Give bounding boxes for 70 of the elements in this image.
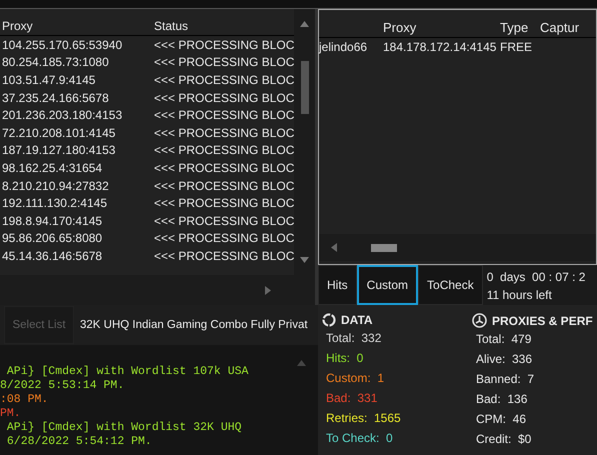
stat-label: Retries: 1565 (325, 410, 402, 427)
log-line: APi} [Cmdex] with Wordlist 107k USA (6, 365, 248, 379)
column-header: Status (153, 18, 188, 32)
stat-label: Total: 479 (475, 331, 532, 348)
log-line: 8/2022 5:53:14 PM. (0, 379, 124, 393)
tab[interactable]: Custom (356, 265, 418, 305)
table-cell-text: <<< PROCESSING BLOC (153, 126, 294, 140)
column-header: Type (500, 20, 530, 34)
loading-icon (322, 313, 336, 327)
scroll-down-icon[interactable] (300, 257, 310, 263)
section-title: PROXIES & PERF (492, 314, 593, 328)
table-cell-text: jelindo66 (319, 40, 368, 54)
table-cell-text: <<< PROCESSING BLOC (153, 214, 294, 228)
table-cell-text: 198.8.94.170:4145 (1, 214, 104, 228)
table-cell-text: 45.14.36.146:5678 (1, 248, 104, 263)
table-cell-text: <<< PROCESSING BLOC (153, 178, 294, 193)
table-cell-text: 187.19.127.180:4153 (1, 143, 116, 158)
table-cell-text: <<< PROCESSING BLOC (153, 72, 294, 87)
speedometer-icon (472, 313, 487, 328)
table-cell-text: <<< PROCESSING BLOC (153, 55, 294, 70)
table-cell-text: <<< PROCESSING BLOC (153, 38, 294, 52)
scroll-up-icon[interactable] (297, 360, 306, 366)
stat-label: To Check: 0 (325, 430, 394, 447)
scroll-up-icon[interactable] (300, 21, 310, 27)
table-cell-text: 80.254.185.73:1080 (1, 55, 110, 70)
table-cell-text: <<< PROCESSING BLOC (153, 231, 294, 246)
scroll-left-icon[interactable] (331, 243, 337, 252)
table-cell-text: <<< PROCESSING BLOC (153, 90, 294, 105)
stat-label: Alive: 336 (475, 351, 534, 368)
table-cell-text: 103.51.47.9:4145 (1, 72, 96, 87)
scroll-thumb[interactable] (371, 244, 397, 252)
stat-label: Bad: 136 (475, 391, 528, 408)
table-cell-text: 201.236.203.180:4153 (1, 108, 124, 122)
table-cell-text: <<< PROCESSING BLOC (153, 143, 294, 158)
scroll-thumb[interactable] (300, 60, 309, 114)
log-line: PM. (0, 407, 21, 421)
log-line: 6/28/2022 5:54:12 PM. (6, 435, 152, 449)
time-remaining: 11 hours left (486, 287, 553, 304)
stat-label: Custom: 1 (325, 370, 386, 387)
table-cell-text: <<< PROCESSING BLOC (153, 160, 294, 175)
stat-label: Banned: 7 (475, 371, 536, 388)
scroll-right-icon[interactable] (265, 286, 271, 294)
stat-label: Credit: $0 (475, 431, 532, 448)
tab[interactable]: Hits (318, 265, 357, 305)
table-cell-text: 104.255.170.65:53940 (1, 38, 124, 52)
table-cell-text: 98.162.25.4:31654 (1, 160, 104, 175)
stat-label: Total: 332 (325, 330, 382, 347)
table-cell-text: 72.210.208.101:4145 (1, 126, 116, 140)
stat-label: Hits: 0 (325, 350, 364, 367)
vertical-scrollbar[interactable] (294, 9, 315, 275)
section-title: DATA (341, 313, 373, 327)
table-cell-text: <<< PROCESSING BLOC (153, 248, 294, 263)
stat-label: Bad: 331 (325, 390, 378, 407)
table-cell-text: 37.235.24.166:5678 (1, 90, 110, 105)
table-cell-text: 8.210.210.94:27832 (1, 178, 110, 193)
table-cell-text: <<< PROCESSING BLOC (153, 108, 294, 122)
stat-label: CPM: 46 (475, 411, 528, 428)
column-header: Proxy (383, 20, 418, 34)
table-cell-text: 95.86.206.65:8080 (1, 231, 104, 246)
column-header: Proxy (1, 18, 34, 32)
table-cell-text: FREE (500, 40, 534, 54)
table-cell-text: 192.111.130.2:4145 (1, 196, 108, 210)
log-line: APi} [Cmdex] with Wordlist 32K UHQ (6, 421, 242, 435)
table-cell-text: 184.178.172.14:4145 (383, 40, 498, 54)
elapsed-time: 0 days 00 : 07 : 2 (486, 269, 586, 286)
log-line: :08 PM. (0, 393, 48, 407)
tab[interactable]: ToCheck (418, 265, 483, 305)
column-header: Captur (540, 20, 580, 34)
wordlist-name: 32K UHQ Indian Gaming Combo Fully Privat (80, 319, 308, 331)
table-cell-text: <<< PROCESSING BLOC (153, 196, 294, 210)
